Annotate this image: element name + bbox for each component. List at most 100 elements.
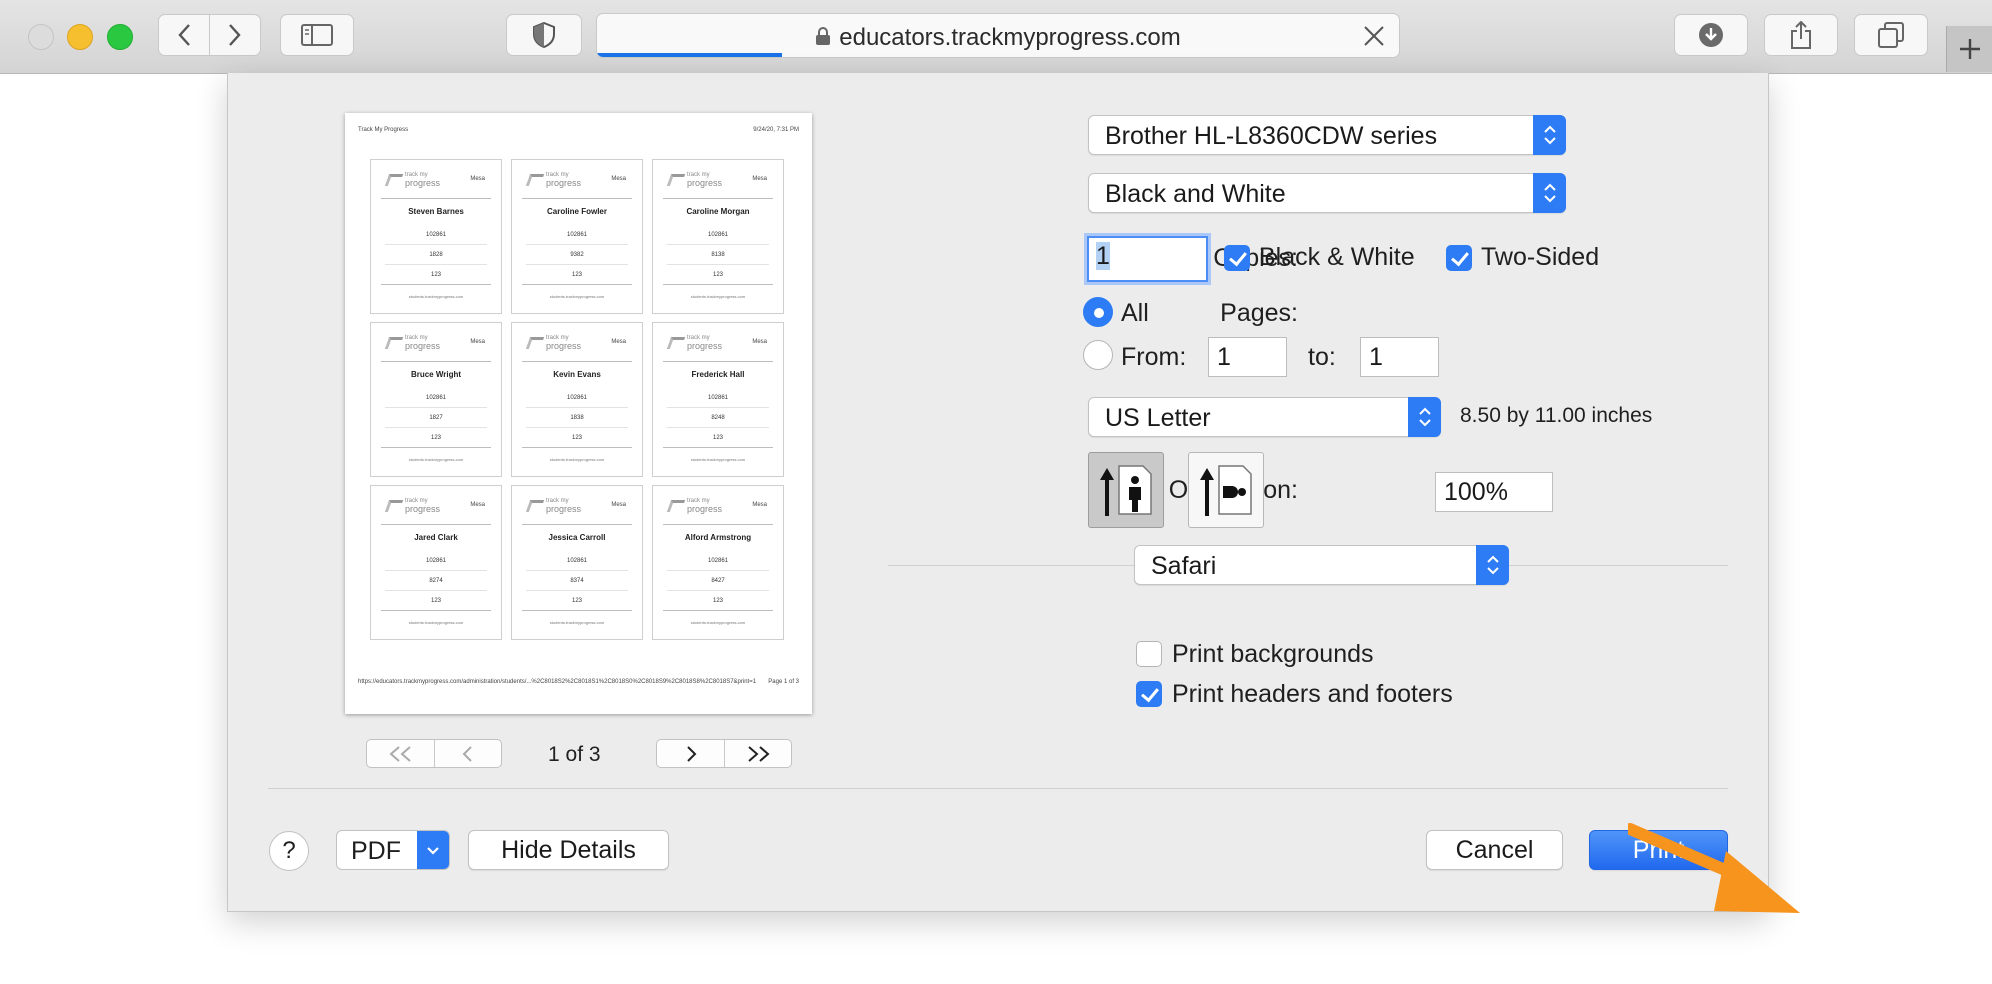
privacy-report-button[interactable]	[506, 14, 582, 56]
card-rule	[381, 198, 491, 199]
preview-header-left: Track My Progress	[358, 127, 409, 133]
card-line-1: 102861	[566, 395, 588, 401]
card-line-2: 8248	[711, 415, 725, 421]
logo-big-text: progress	[405, 504, 441, 514]
card-site: Mesa	[752, 339, 767, 345]
pages-all-radio[interactable]	[1083, 297, 1113, 327]
hide-details-button[interactable]: Hide Details	[468, 830, 669, 870]
cancel-button[interactable]: Cancel	[1426, 830, 1563, 870]
updown-chevron-icon	[1533, 173, 1566, 213]
downloads-button[interactable]	[1674, 14, 1748, 56]
preview-student-card: track my progress Mesa Jessica Carroll 10286…	[511, 485, 643, 640]
card-rule	[522, 447, 632, 448]
track-my-progress-logo-icon: track my progress	[384, 172, 443, 190]
black-white-checkbox[interactable]	[1224, 245, 1250, 271]
window-close-button[interactable]	[28, 24, 54, 50]
address-bar[interactable]: educators.trackmyprogress.com	[596, 13, 1400, 58]
card-thin-rule	[526, 570, 628, 571]
window-zoom-button[interactable]	[107, 24, 133, 50]
paper-size-dimensions: 8.50 by 11.00 inches	[1460, 404, 1653, 427]
help-button[interactable]: ?	[269, 831, 309, 871]
tab-overview-button[interactable]	[1854, 14, 1928, 56]
card-line-1: 102861	[425, 558, 447, 564]
card-student-name: Caroline Fowler	[546, 207, 607, 216]
chevron-left-icon	[178, 24, 190, 46]
logo-big-text: progress	[405, 178, 441, 188]
pages-to-input[interactable]: 1	[1360, 337, 1439, 377]
pages-range-radio[interactable]	[1083, 340, 1113, 370]
preview-back-pager	[366, 739, 502, 768]
logo-mark	[666, 337, 686, 349]
two-sided-checkbox[interactable]	[1446, 245, 1472, 271]
double-chevron-left-icon	[388, 745, 411, 762]
new-tab-button[interactable]	[1946, 26, 1992, 72]
card-site: Mesa	[752, 502, 767, 508]
paper-size-select[interactable]: US Letter	[1088, 397, 1441, 437]
stop-loading-button[interactable]	[1363, 25, 1385, 52]
preview-student-card: track my progress Mesa Alford Armstrong 1028…	[652, 485, 784, 640]
card-thin-rule	[385, 570, 487, 571]
card-line-1: 102861	[425, 395, 447, 401]
card-thin-rule	[385, 264, 487, 265]
last-page-button[interactable]	[724, 740, 791, 767]
pdf-menu-button[interactable]: PDF	[336, 830, 450, 870]
card-student-name: Jessica Carroll	[548, 533, 606, 542]
copies-input[interactable]: 1	[1087, 236, 1208, 282]
card-thin-rule	[667, 407, 769, 408]
logo-mark	[525, 500, 545, 512]
updown-chevron-icon	[1533, 115, 1566, 155]
card-footer: students.trackmyprogress.com	[549, 457, 605, 462]
print-headers-footers-label: Print headers and footers	[1172, 680, 1453, 708]
landscape-icon	[1200, 465, 1252, 516]
card-line-2: 9382	[570, 252, 584, 258]
card-line-1: 102861	[566, 558, 588, 564]
card-thin-rule	[385, 590, 487, 591]
updown-chevron-icon	[1408, 397, 1441, 437]
window-minimize-button[interactable]	[67, 24, 93, 50]
forward-button[interactable]	[209, 14, 261, 56]
printer-value: Brother HL-L8360CDW series	[1105, 122, 1438, 150]
logo-big-text: progress	[546, 504, 582, 514]
card-thin-rule	[385, 427, 487, 428]
card-rule	[522, 361, 632, 362]
card-rule	[663, 524, 773, 525]
preview-footer-left: https://educators.trackmyprogress.com/ad…	[358, 679, 757, 685]
section-select[interactable]: Safari	[1134, 545, 1509, 585]
pages-from-label: From:	[1121, 343, 1187, 371]
plus-icon	[1960, 39, 1980, 59]
share-button[interactable]	[1764, 14, 1838, 56]
print-backgrounds-checkbox[interactable]	[1136, 641, 1162, 667]
card-footer: students.trackmyprogress.com	[408, 620, 464, 625]
lock-icon	[815, 25, 831, 53]
card-student-name: Steven Barnes	[408, 207, 464, 216]
print-headers-footers-checkbox[interactable]	[1136, 681, 1162, 707]
url-text: educators.trackmyprogress.com	[597, 24, 1399, 53]
portrait-orientation-button[interactable]	[1088, 452, 1164, 528]
presets-value: Black and White	[1105, 180, 1286, 208]
card-thin-rule	[526, 407, 628, 408]
printer-select[interactable]: Brother HL-L8360CDW series	[1088, 115, 1566, 155]
card-line-2: 8274	[429, 578, 443, 584]
sidebar-toggle-button[interactable]	[280, 14, 354, 56]
card-line-2: 1838	[570, 415, 584, 421]
landscape-orientation-button[interactable]	[1188, 452, 1264, 528]
card-line-1: 102861	[707, 558, 729, 564]
portrait-icon	[1100, 465, 1152, 516]
first-page-button[interactable]	[367, 740, 434, 767]
presets-select[interactable]: Black and White	[1088, 173, 1566, 213]
previous-page-button[interactable]	[434, 740, 501, 767]
next-page-button[interactable]	[657, 740, 724, 767]
card-student-name: Kevin Evans	[553, 370, 601, 379]
card-thin-rule	[526, 590, 628, 591]
print-dialog: Track My Progress 9/24/20, 7:31 PM track…	[227, 73, 1800, 913]
track-my-progress-logo-icon: track my progress	[384, 498, 443, 516]
pages-from-input[interactable]: 1	[1208, 337, 1287, 377]
section-value: Safari	[1151, 552, 1217, 580]
scale-input[interactable]: 100%	[1435, 472, 1553, 512]
download-icon	[1699, 23, 1723, 47]
logo-big-text: progress	[546, 341, 582, 351]
back-button[interactable]	[158, 14, 210, 56]
card-thin-rule	[385, 407, 487, 408]
chevron-down-icon	[417, 831, 449, 869]
card-line-3: 123	[571, 435, 582, 441]
